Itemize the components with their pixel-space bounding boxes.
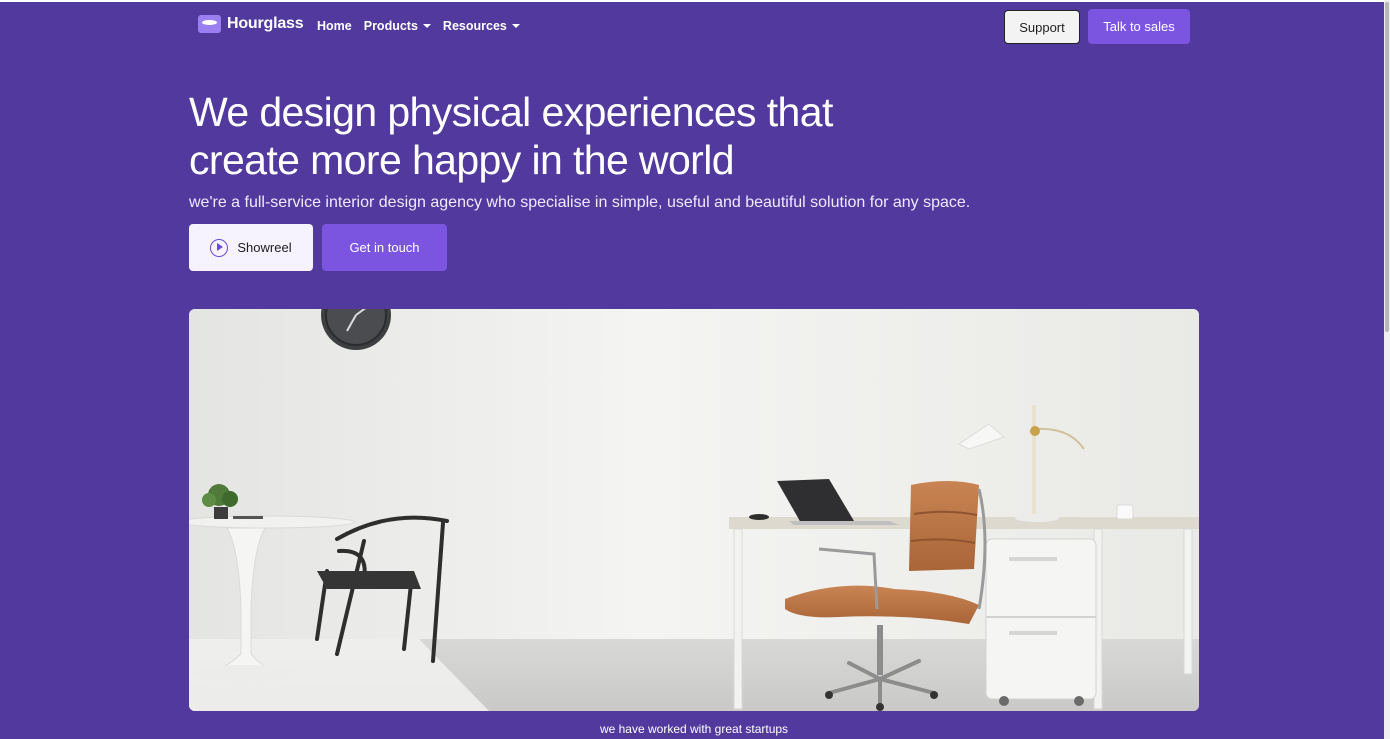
startups-caption: we have worked with great startups: [599, 722, 789, 736]
vertical-scrollbar[interactable]: [1384, 0, 1390, 739]
hourglass-logo-icon: [198, 15, 221, 33]
caret-down-icon: [511, 24, 520, 28]
showreel-button[interactable]: Showreel: [189, 224, 313, 271]
hero-title-line-2: create more happy in the world: [189, 137, 735, 183]
top-navbar: Hourglass Home Products Resources Suppor…: [0, 2, 1384, 50]
nav-link-products[interactable]: Products: [364, 19, 431, 33]
nav-links: Home Products Resources: [317, 19, 520, 33]
showreel-label: Showreel: [237, 240, 292, 255]
nav-link-label: Resources: [442, 19, 507, 33]
nav-link-resources[interactable]: Resources: [443, 19, 520, 33]
nav-link-label: Home: [317, 19, 352, 33]
brand-name: Hourglass: [227, 15, 304, 32]
brand[interactable]: Hourglass: [198, 15, 304, 33]
support-button[interactable]: Support: [1004, 10, 1080, 44]
talk-to-sales-button[interactable]: Talk to sales: [1088, 9, 1190, 44]
nav-link-label: Products: [363, 19, 418, 33]
caret-down-icon: [422, 24, 431, 28]
hero-title: We design physical experiences that crea…: [189, 88, 909, 184]
play-circle-icon: [210, 238, 229, 257]
hero-title-line-1: We design physical experiences that: [189, 89, 833, 135]
nav-link-home[interactable]: Home: [317, 19, 352, 33]
page: Hourglass Home Products Resources Suppor…: [0, 2, 1384, 739]
scrollbar-thumb[interactable]: [1385, 2, 1389, 332]
get-in-touch-button[interactable]: Get in touch: [322, 224, 447, 271]
hero-office-image: [189, 309, 1199, 711]
hero-subtitle: we're a full-service interior design age…: [189, 194, 971, 211]
